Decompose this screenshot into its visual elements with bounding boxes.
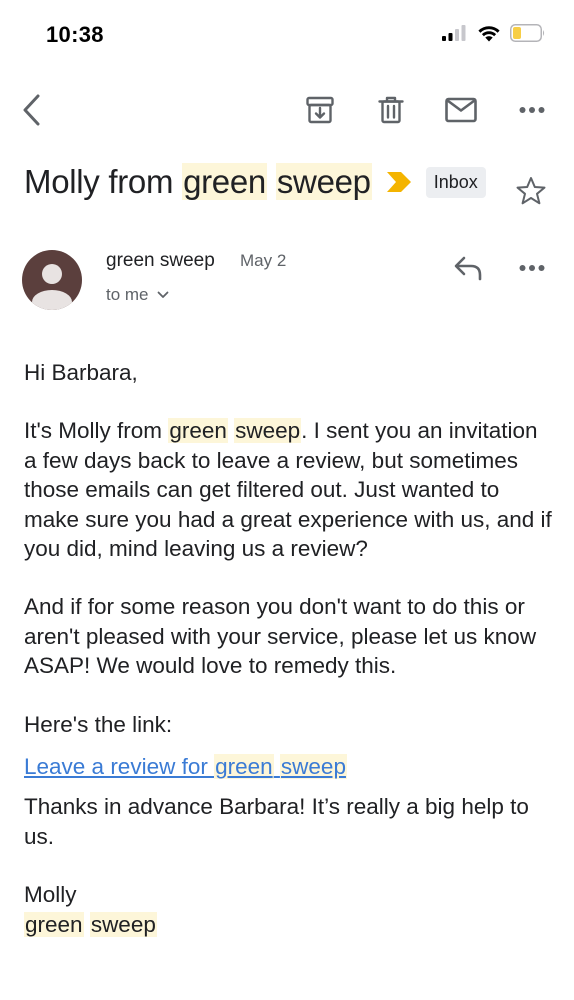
highlight-text: sweep (89, 911, 157, 937)
signature-company: green sweep (24, 910, 554, 939)
highlight-text: sweep (234, 418, 302, 444)
sender-name[interactable]: green sweep (106, 250, 215, 272)
highlight-text: green (24, 911, 84, 937)
recipient-details-toggle[interactable]: to me (106, 285, 169, 305)
email-date: May 2 (240, 251, 287, 270)
subject-row: Molly from green sweep Inbox (24, 158, 554, 206)
link-text: Leave a review for (24, 754, 215, 780)
star-button[interactable] (515, 176, 547, 211)
email-subject: Molly from green sweep (24, 163, 372, 201)
avatar[interactable] (22, 250, 82, 310)
subject-prefix: Molly from (24, 163, 174, 200)
highlight-text: green (168, 418, 228, 444)
status-icons (442, 24, 546, 42)
delete-button[interactable] (373, 92, 409, 128)
body-paragraph: It's Molly from green sweep. I sent you … (24, 416, 554, 563)
review-link[interactable]: Leave a review for green sweep (24, 754, 347, 780)
mail-icon (445, 97, 477, 123)
reply-button[interactable] (450, 250, 486, 286)
more-horizontal-icon (519, 107, 545, 113)
highlight-text: sweep (279, 754, 347, 780)
cellular-signal-icon (442, 25, 466, 41)
body-paragraph: Here's the link: (24, 711, 173, 737)
battery-icon (510, 24, 545, 42)
body-paragraph: And if for some reason you don't want to… (24, 594, 537, 679)
archive-button[interactable] (302, 92, 338, 128)
archive-icon (306, 96, 334, 124)
chevron-down-icon (157, 291, 168, 298)
importance-arrow-icon (386, 172, 411, 192)
wifi-icon (478, 26, 500, 42)
chevron-left-icon (23, 94, 40, 126)
email-body: Hi Barbara, It's Molly from green sweep.… (24, 358, 554, 939)
reply-icon (454, 256, 482, 281)
signature-name: Molly (24, 882, 77, 908)
paragraph-text: It's Molly from (24, 418, 169, 444)
highlight-text: green (214, 754, 274, 780)
subject-highlight: sweep (275, 163, 372, 200)
more-options-button[interactable] (514, 92, 550, 128)
label-chip-inbox[interactable]: Inbox (425, 166, 486, 198)
importance-marker[interactable] (386, 171, 412, 193)
sender-header: green sweep May 2 to me (22, 246, 552, 316)
subject-highlight: green (182, 163, 267, 200)
star-icon (516, 177, 546, 205)
recipient-label: to me (106, 285, 149, 304)
mark-unread-button[interactable] (443, 92, 479, 128)
person-icon (32, 264, 72, 310)
review-link-line: Leave a review for green sweep (24, 752, 554, 781)
back-button[interactable] (14, 92, 50, 128)
email-toolbar (0, 84, 574, 136)
body-paragraph: Thanks in advance Barbara! It’s really a… (24, 794, 529, 849)
status-bar: 10:38 (0, 0, 574, 72)
greeting: Hi Barbara, (24, 360, 138, 385)
message-more-button[interactable] (514, 250, 550, 286)
trash-icon (378, 96, 404, 124)
status-time: 10:38 (46, 22, 104, 47)
more-horizontal-icon (519, 265, 545, 271)
